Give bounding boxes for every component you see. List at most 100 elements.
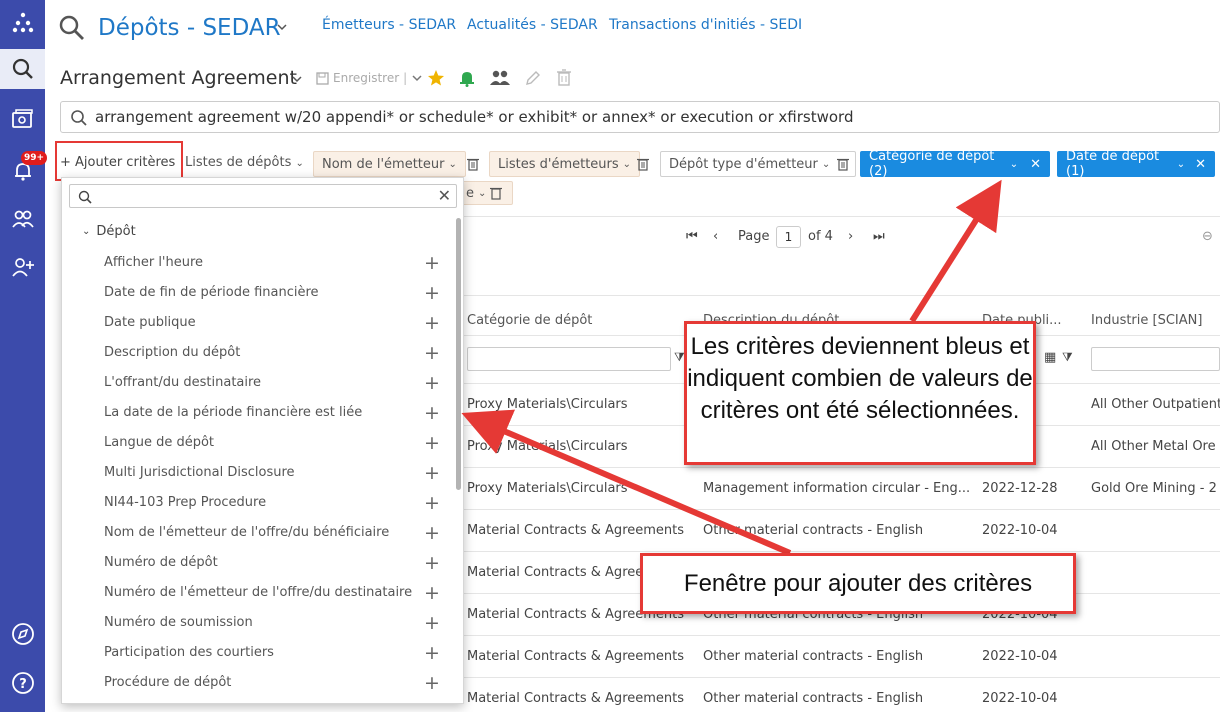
criteria-search-input[interactable]: ✕	[69, 184, 457, 208]
add-plus-icon[interactable]: +	[424, 668, 440, 698]
add-plus-icon[interactable]: +	[424, 488, 440, 518]
chevron-down-icon: ⌄	[1176, 158, 1186, 170]
add-plus-icon[interactable]: +	[424, 428, 440, 458]
criteria-item[interactable]: La date de la période financière est lié…	[62, 398, 452, 428]
filter-listes-depots[interactable]: Listes de dépôts ⌄	[185, 155, 304, 170]
link-actualites[interactable]: Actualités - SEDAR	[467, 17, 598, 33]
filter-input-categorie[interactable]	[467, 347, 671, 371]
column-header-industrie[interactable]: Industrie [SCIAN]	[1091, 313, 1202, 328]
add-plus-icon[interactable]: +	[424, 548, 440, 578]
page-of-label: of 4	[808, 229, 833, 244]
delete-trash-icon[interactable]	[556, 69, 572, 87]
last-page-icon[interactable]: ⏭	[873, 229, 885, 244]
query-input[interactable]: arrangement agreement w/20 appendi* or s…	[60, 101, 1220, 133]
add-plus-icon[interactable]: +	[424, 458, 440, 488]
column-header-categorie[interactable]: Catégorie de dépôt	[467, 313, 592, 328]
criteria-item-label: Langue de dépôt	[104, 435, 215, 450]
criteria-item[interactable]: Procédure de dépôt +	[62, 668, 452, 698]
criteria-item[interactable]: Nom de l'émetteur de l'offre/du bénéfici…	[62, 518, 452, 548]
prev-page-icon[interactable]: ‹	[713, 229, 718, 244]
documents-search-icon[interactable]	[0, 99, 45, 139]
app-title[interactable]: Dépôts - SEDAR	[98, 15, 281, 41]
close-icon[interactable]: ✕	[1030, 157, 1041, 172]
trash-icon[interactable]	[490, 186, 503, 200]
table-cell: Material Contracts & Agreements	[467, 523, 685, 538]
link-emetteurs[interactable]: Émetteurs - SEDAR	[322, 17, 456, 33]
table-cell: Material Contracts & Agree	[467, 565, 644, 580]
filter-date-depot[interactable]: Date de dépôt (1) ⌄ ✕	[1057, 149, 1215, 179]
criteria-item[interactable]: Description du dépôt +	[62, 338, 452, 368]
link-transactions[interactable]: Transactions d'initiés - SEDI	[609, 17, 802, 33]
users-icon[interactable]	[0, 199, 45, 239]
saved-search-name[interactable]: Arrangement Agreement	[60, 67, 297, 89]
clear-icon[interactable]: ✕	[438, 186, 451, 205]
criteria-item[interactable]: Numéro de l'émetteur de l'offre/du desti…	[62, 578, 452, 608]
search-nav-icon[interactable]	[0, 49, 45, 89]
table-cell: All Other Outpatient	[1091, 397, 1220, 412]
help-icon[interactable]: ?	[0, 663, 45, 703]
scrollbar[interactable]	[456, 218, 461, 490]
add-plus-icon[interactable]: +	[424, 368, 440, 398]
criteria-item[interactable]: Date de fin de période financière +	[62, 278, 452, 308]
criteria-item[interactable]: Date publique +	[62, 308, 452, 338]
filter-listes-depots-label: Listes de dépôts	[185, 155, 292, 170]
criteria-item[interactable]: Multi Jurisdictional Disclosure +	[62, 458, 452, 488]
filter-funnel-icon[interactable]: ⧩	[1062, 350, 1073, 365]
add-criteria-label: Ajouter critères	[75, 155, 176, 170]
chevron-down-icon[interactable]	[411, 73, 423, 83]
table-cell: Other material contracts - English	[703, 649, 924, 664]
criteria-item[interactable]: Numéro de dépôt +	[62, 548, 452, 578]
filter-nom-emetteur-label: Nom de l'émetteur	[322, 156, 445, 172]
share-users-icon[interactable]	[489, 69, 511, 87]
filter-wrapped-chip[interactable]: e ⌄	[461, 181, 513, 205]
trash-icon[interactable]	[637, 157, 649, 171]
arrow-to-blue-chips	[909, 179, 1002, 323]
add-plus-icon[interactable]: +	[424, 278, 440, 308]
criteria-item[interactable]: Langue de dépôt +	[62, 428, 452, 458]
filter-categorie-label: Catégorie de dépôt (2)	[869, 149, 995, 179]
add-plus-icon[interactable]: +	[424, 248, 440, 278]
criteria-item[interactable]: Participation des courtiers +	[62, 638, 452, 668]
chevron-down-icon: ⌄	[448, 158, 457, 170]
callout-criteria-window: Fenêtre pour ajouter des critères	[640, 553, 1076, 614]
add-plus-icon[interactable]: +	[424, 338, 440, 368]
star-icon[interactable]	[427, 69, 445, 87]
add-plus-icon[interactable]: +	[424, 398, 440, 428]
next-page-icon[interactable]: ›	[848, 229, 853, 244]
filter-nom-emetteur[interactable]: Nom de l'émetteur ⌄	[313, 151, 466, 177]
filter-listes-emetteurs[interactable]: Listes d'émetteurs ⌄	[489, 151, 641, 177]
chevron-down-icon[interactable]	[291, 74, 303, 84]
save-button[interactable]: Enregistrer |	[316, 71, 423, 85]
compass-icon[interactable]	[0, 614, 45, 654]
criteria-group-depot[interactable]: ⌄ Dépôt	[82, 224, 136, 239]
filter-categorie-depot[interactable]: Catégorie de dépôt (2) ⌄ ✕	[860, 149, 1050, 179]
alert-bell-icon[interactable]	[458, 69, 476, 87]
first-page-icon[interactable]: ⏮	[686, 229, 698, 244]
add-criteria-button[interactable]: + Ajouter critères	[60, 155, 175, 170]
chevron-down-icon[interactable]	[276, 22, 288, 32]
edit-pencil-icon[interactable]	[524, 69, 542, 87]
criteria-item-label: Multi Jurisdictional Disclosure	[104, 465, 295, 480]
criteria-item[interactable]: NI44-103 Prep Procedure +	[62, 488, 452, 518]
page-number-input[interactable]: 1	[776, 226, 801, 248]
add-plus-icon[interactable]: +	[424, 608, 440, 638]
collapse-icon[interactable]: ⊖	[1202, 229, 1213, 244]
search-icon[interactable]	[58, 14, 86, 42]
close-icon[interactable]: ✕	[1195, 157, 1206, 172]
criteria-item[interactable]: L'offrant/du destinataire +	[62, 368, 452, 398]
calendar-icon[interactable]: ▦	[1044, 350, 1056, 365]
add-user-icon[interactable]	[0, 247, 45, 287]
trash-icon[interactable]	[467, 157, 479, 171]
add-plus-icon[interactable]: +	[424, 578, 440, 608]
criteria-item[interactable]: Afficher l'heure +	[62, 248, 452, 278]
add-plus-icon[interactable]: +	[424, 638, 440, 668]
criteria-item[interactable]: Numéro de soumission +	[62, 608, 452, 638]
filter-input-industrie[interactable]	[1091, 347, 1220, 371]
trash-icon[interactable]	[837, 157, 849, 171]
criteria-group-label: Dépôt	[96, 224, 136, 239]
filter-depot-type[interactable]: Dépôt type d'émetteur ⌄	[660, 151, 856, 177]
add-plus-icon[interactable]: +	[424, 518, 440, 548]
left-nav-rail: 99+ ?	[0, 0, 48, 712]
app-logo-icon[interactable]	[0, 2, 45, 42]
add-plus-icon[interactable]: +	[424, 308, 440, 338]
